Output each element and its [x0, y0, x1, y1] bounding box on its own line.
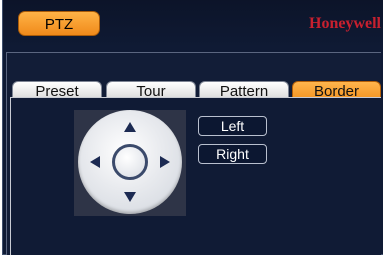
honeywell-logo: Honeywell: [309, 15, 381, 32]
title-bar: PTZ Honeywell: [3, 0, 383, 48]
center-ring-icon[interactable]: [112, 144, 148, 180]
right-border-button[interactable]: Right: [198, 144, 267, 164]
arrow-up-icon[interactable]: [124, 122, 136, 132]
ptz-module-tab[interactable]: PTZ: [18, 11, 100, 36]
left-border-button[interactable]: Left: [198, 116, 267, 136]
border-panel: [10, 97, 381, 255]
arrow-right-icon[interactable]: [160, 156, 170, 168]
ptz-direction-pad: [74, 110, 186, 216]
direction-disc: [78, 110, 182, 214]
arrow-left-icon[interactable]: [90, 156, 100, 168]
arrow-down-icon[interactable]: [124, 192, 136, 202]
